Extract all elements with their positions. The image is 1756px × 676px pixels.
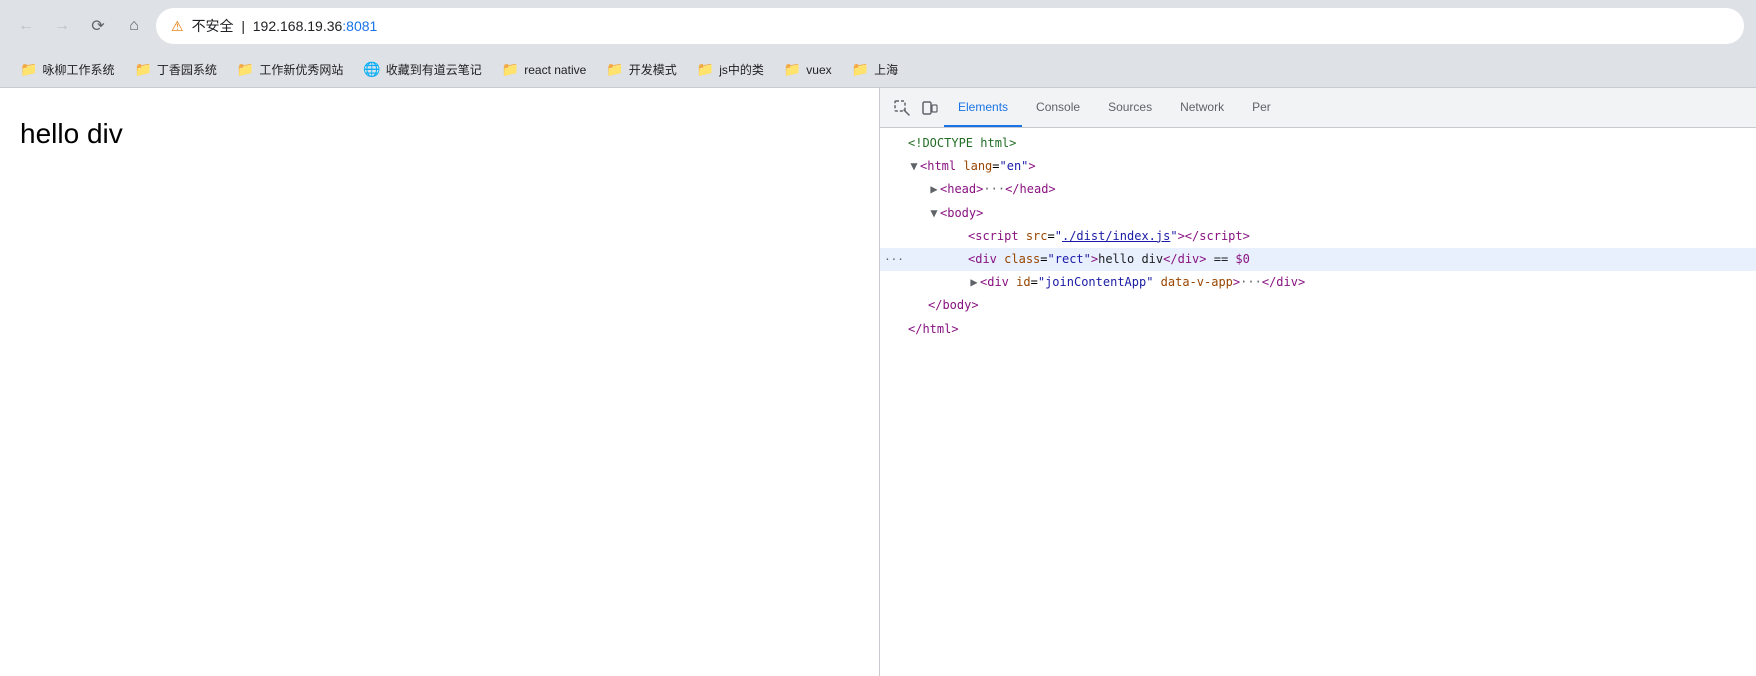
- tab-network[interactable]: Network: [1166, 88, 1238, 127]
- triangle-html[interactable]: ▼: [908, 157, 920, 176]
- bookmark-item-7[interactable]: 📁 vuex: [776, 57, 840, 82]
- reload-button[interactable]: ⟳: [84, 12, 112, 40]
- bookmark-label: 开发模式: [629, 61, 677, 78]
- tab-elements[interactable]: Elements: [944, 88, 1022, 127]
- folder-icon: 📁: [20, 61, 37, 78]
- url-host: 192.168.19.36: [253, 18, 343, 34]
- folder-icon: 📁: [852, 61, 869, 78]
- dom-line-body-close: </body>: [880, 294, 1756, 317]
- home-button[interactable]: ⌂: [120, 12, 148, 40]
- browser-chrome: ← → ⟳ ⌂ ⚠ 不安全 | 192.168.19.36:8081 📁 咏柳工…: [0, 0, 1756, 88]
- bookmark-item-2[interactable]: 📁 工作新优秀网站: [229, 57, 351, 82]
- bookmark-label: 咏柳工作系统: [42, 61, 114, 78]
- folder-icon: 📁: [502, 61, 519, 78]
- globe-icon: 🌐: [363, 61, 380, 78]
- bookmark-label: 上海: [874, 61, 898, 78]
- inspect-element-button[interactable]: [888, 94, 916, 122]
- dom-line-html-close: </html>: [880, 318, 1756, 341]
- bookmark-item-0[interactable]: 📁 咏柳工作系统: [12, 57, 122, 82]
- dots-indicator: ···: [880, 251, 908, 269]
- bookmark-item-8[interactable]: 📁 上海: [844, 57, 906, 82]
- address-bar-row: ← → ⟳ ⌂ ⚠ 不安全 | 192.168.19.36:8081: [0, 0, 1756, 52]
- bookmark-label: js中的类: [719, 61, 764, 78]
- bookmark-label: 丁香园系统: [157, 61, 217, 78]
- bookmark-label: vuex: [806, 63, 831, 77]
- triangle-body[interactable]: ▼: [928, 204, 940, 223]
- folder-icon: 📁: [784, 61, 801, 78]
- bookmark-label: react native: [524, 63, 586, 77]
- folder-icon: 📁: [237, 61, 254, 78]
- devtools-tabs: Elements Console Sources Network Per: [944, 88, 1285, 127]
- dom-line-div-rect[interactable]: ··· <div class="rect" > hello div </div>…: [880, 248, 1756, 271]
- dom-line-body-open: ▼ <body>: [880, 202, 1756, 225]
- back-button[interactable]: ←: [12, 12, 40, 40]
- address-bar[interactable]: ⚠ 不安全 | 192.168.19.36:8081: [156, 8, 1744, 44]
- tab-sources[interactable]: Sources: [1094, 88, 1166, 127]
- folder-icon: 📁: [697, 61, 714, 78]
- folder-icon: 📁: [606, 61, 623, 78]
- address-text: 不安全 | 192.168.19.36:8081: [192, 16, 1729, 36]
- not-secure-label: 不安全: [192, 18, 234, 34]
- bookmarks-row: 📁 咏柳工作系统 📁 丁香园系统 📁 工作新优秀网站 🌐 收藏到有道云笔记 📁 …: [0, 52, 1756, 88]
- triangle-div-join[interactable]: ▶: [968, 273, 980, 292]
- triangle-head[interactable]: ▶: [928, 180, 940, 199]
- forward-button[interactable]: →: [48, 12, 76, 40]
- page-hello-text: hello div: [20, 118, 859, 150]
- devtools-dom-tree[interactable]: <!DOCTYPE html> ▼ <html lang="en" > ▶ <h…: [880, 128, 1756, 676]
- folder-icon: 📁: [134, 61, 151, 78]
- dom-line-div-join: ▶ <div id="joinContentApp" data-v-app > …: [880, 271, 1756, 294]
- bookmark-item-1[interactable]: 📁 丁香园系统: [126, 57, 224, 82]
- script-src-link[interactable]: ./dist/index.js: [1062, 229, 1170, 243]
- tab-per[interactable]: Per: [1238, 88, 1285, 127]
- page-content: hello div: [0, 88, 880, 676]
- bookmark-item-3[interactable]: 🌐 收藏到有道云笔记: [355, 57, 489, 82]
- dom-line-script: <script src="./dist/index.js" ></script>: [880, 225, 1756, 248]
- url-port: :8081: [342, 18, 377, 34]
- bookmark-item-4[interactable]: 📁 react native: [494, 57, 594, 82]
- main-area: hello div Elements Console Sources: [0, 88, 1756, 676]
- bookmark-label: 工作新优秀网站: [259, 61, 343, 78]
- devtools-toolbar: Elements Console Sources Network Per: [880, 88, 1756, 128]
- dom-line-html-open: ▼ <html lang="en" >: [880, 155, 1756, 178]
- bookmark-item-6[interactable]: 📁 js中的类: [689, 57, 772, 82]
- devtools-panel: Elements Console Sources Network Per <!D…: [880, 88, 1756, 676]
- tab-console[interactable]: Console: [1022, 88, 1094, 127]
- security-warning-icon: ⚠: [171, 18, 184, 35]
- bookmark-label: 收藏到有道云笔记: [386, 61, 482, 78]
- dom-line-head: ▶ <head> ··· </head>: [880, 178, 1756, 201]
- bookmark-item-5[interactable]: 📁 开发模式: [598, 57, 684, 82]
- dom-line-doctype: <!DOCTYPE html>: [880, 132, 1756, 155]
- device-toolbar-button[interactable]: [916, 94, 944, 122]
